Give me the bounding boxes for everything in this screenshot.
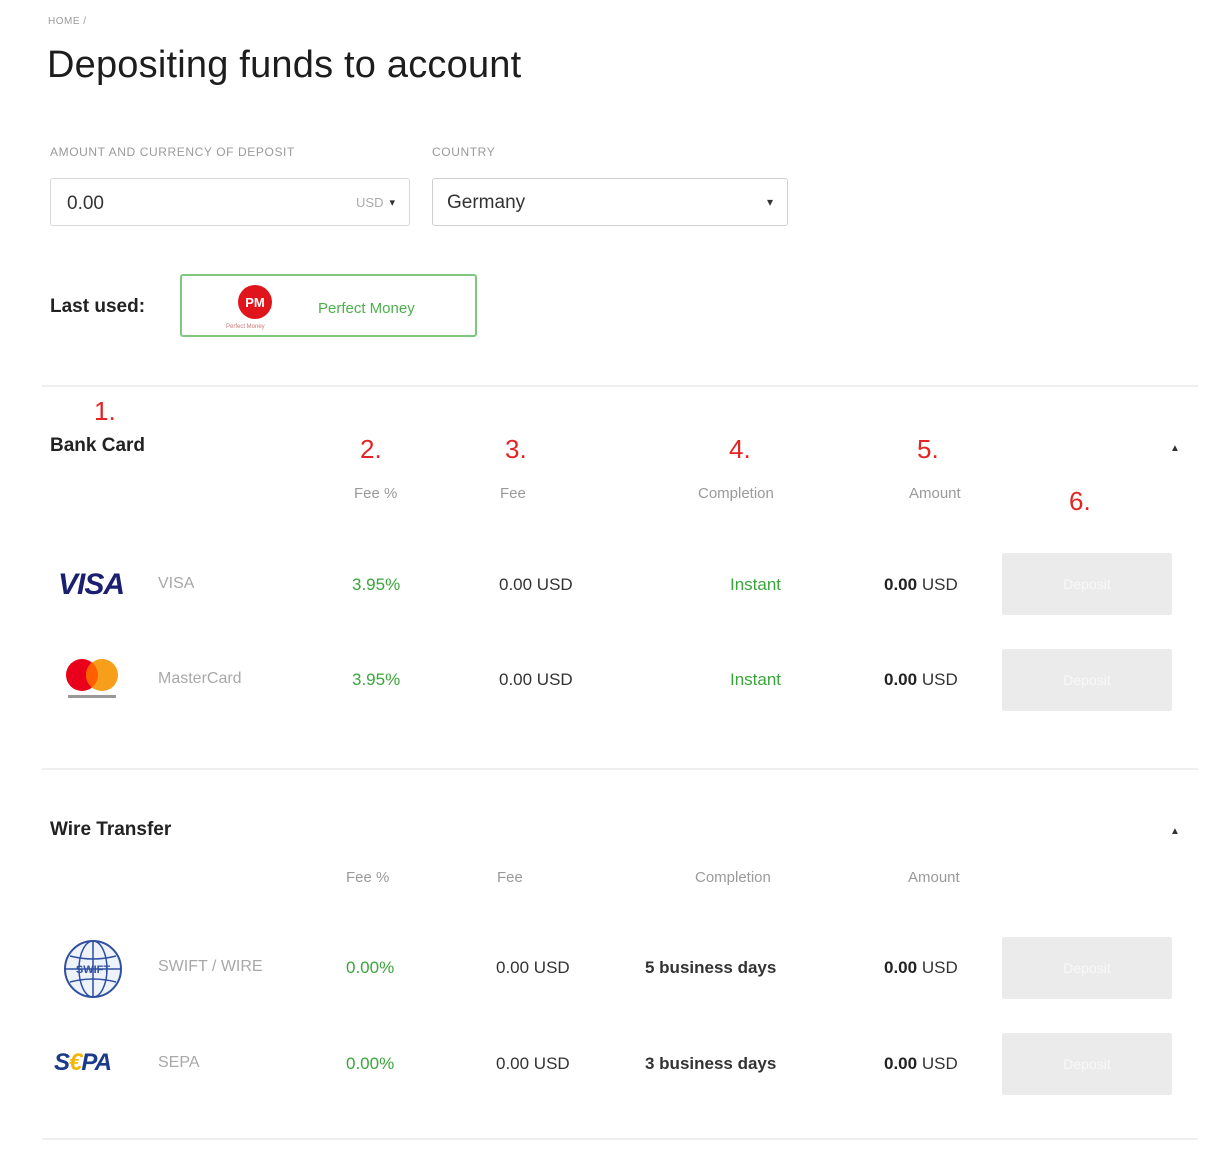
page-title: Depositing funds to account [47, 44, 522, 86]
column-header-fee-percent: Fee % [354, 485, 398, 502]
amount-value: 0.00 USD [884, 575, 958, 594]
fee-percent: 3.95% [352, 670, 401, 689]
chevron-down-icon: ▾ [389, 197, 395, 209]
currency-value: USD [356, 195, 384, 210]
deposit-visa-button[interactable]: Deposit [1002, 553, 1172, 615]
section-divider [42, 1138, 1198, 1140]
annotation-6: 6. [1069, 486, 1091, 516]
deposit-mastercard-button[interactable]: Deposit [1002, 649, 1172, 711]
perfect-money-logo: PM [238, 285, 272, 319]
column-header-amount: Amount [908, 869, 960, 886]
fee-value: 0.00 USD [496, 1054, 570, 1073]
column-header-completion: Completion [698, 485, 774, 502]
visa-logo: VISA [58, 568, 125, 601]
currency-select[interactable]: USD ▾ [356, 195, 395, 210]
amount-currency-label: AMOUNT AND CURRENCY OF DEPOSIT [50, 145, 295, 159]
last-used-method-name: Perfect Money [318, 300, 415, 317]
amount-value: 0.00 USD [884, 670, 958, 689]
section-title-bank-card[interactable]: Bank Card [50, 435, 145, 457]
column-header-completion: Completion [695, 869, 771, 886]
annotation-1: 1. [94, 396, 116, 426]
completion-time: 3 business days [645, 1054, 777, 1073]
chevron-down-icon: ▾ [766, 195, 773, 209]
annotation-2: 2. [360, 434, 382, 464]
column-header-fee-percent: Fee % [346, 869, 390, 886]
last-used-perfect-money-button[interactable]: PM Perfect Money Perfect Money [180, 274, 477, 337]
fee-value: 0.00 USD [496, 958, 570, 977]
completion-time: 5 business days [645, 958, 777, 977]
last-used-label: Last used: [50, 296, 146, 317]
amount-value: 0.00 USD [884, 1054, 958, 1073]
country-label: COUNTRY [432, 145, 496, 159]
method-name: MasterCard [158, 670, 242, 687]
section-divider [42, 385, 1198, 387]
mastercard-logo [66, 659, 118, 698]
method-name: VISA [158, 575, 195, 592]
breadcrumb[interactable]: HOME / [48, 16, 87, 27]
fee-value: 0.00 USD [499, 670, 573, 689]
section-divider [42, 768, 1198, 770]
fee-value: 0.00 USD [499, 575, 573, 594]
country-select[interactable]: Germany ▾ [432, 178, 788, 226]
annotation-5: 5. [917, 434, 939, 464]
fee-percent: 0.00% [346, 1054, 395, 1073]
fee-percent: 3.95% [352, 575, 401, 594]
method-name: SWIFT / WIRE [158, 958, 263, 975]
deposit-swift-button[interactable]: Deposit [1002, 937, 1172, 999]
swift-logo: SWIFT [64, 940, 122, 998]
annotation-3: 3. [505, 434, 527, 464]
collapse-icon[interactable]: ▲ [1170, 443, 1180, 454]
method-name: SEPA [158, 1054, 200, 1071]
completion-time: Instant [730, 670, 782, 689]
amount-field[interactable]: 0.00 USD ▾ [50, 178, 410, 226]
fee-percent: 0.00% [346, 958, 395, 977]
collapse-icon[interactable]: ▲ [1170, 826, 1180, 837]
column-header-fee: Fee [500, 485, 526, 502]
completion-time: Instant [730, 575, 782, 594]
annotation-4: 4. [729, 434, 751, 464]
perfect-money-logo-caption: Perfect Money [226, 324, 265, 330]
country-value: Germany [447, 192, 526, 213]
section-title-wire-transfer[interactable]: Wire Transfer [50, 819, 171, 841]
svg-text:SWIFT: SWIFT [76, 964, 110, 976]
amount-value: 0.00 USD [884, 958, 958, 977]
amount-input[interactable]: 0.00 [67, 193, 104, 215]
column-header-fee: Fee [497, 869, 523, 886]
column-header-amount: Amount [909, 485, 961, 502]
sepa-logo: S€PA [54, 1049, 112, 1076]
deposit-sepa-button[interactable]: Deposit [1002, 1033, 1172, 1095]
